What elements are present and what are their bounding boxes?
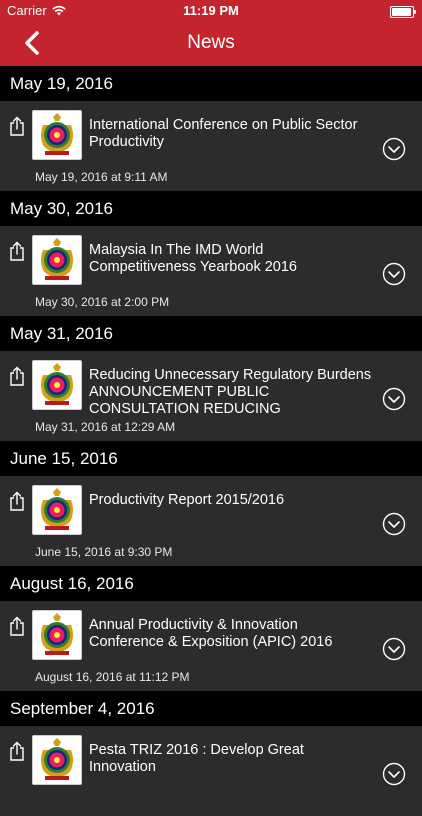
share-icon[interactable] [8, 366, 26, 386]
organization-logo [32, 735, 82, 785]
organization-logo [32, 360, 82, 410]
news-section: May 19, 2016 International Conference on… [0, 66, 422, 191]
date-header: August 16, 2016 [0, 566, 422, 601]
date-header: May 19, 2016 [0, 66, 422, 101]
expand-chevron-icon[interactable] [382, 512, 406, 536]
share-icon[interactable] [8, 241, 26, 261]
news-timestamp: May 31, 2016 at 12:29 AM [35, 420, 176, 434]
page-title: News [187, 32, 235, 53]
share-icon[interactable] [8, 491, 26, 511]
date-header: May 31, 2016 [0, 316, 422, 351]
share-icon[interactable] [8, 116, 26, 136]
news-card[interactable]: Productivity Report 2015/2016 June 15, 2… [0, 476, 422, 566]
news-timestamp: May 30, 2016 at 2:00 PM [35, 295, 170, 309]
organization-logo [32, 485, 82, 535]
news-card[interactable]: Reducing Unnecessary Regulatory Burdens … [0, 351, 422, 441]
news-headline[interactable]: Malaysia In The IMD World Competitivenes… [89, 242, 374, 276]
date-header: May 30, 2016 [0, 191, 422, 226]
expand-chevron-icon[interactable] [382, 637, 406, 661]
organization-logo [32, 610, 82, 660]
news-timestamp: August 16, 2016 at 11:12 PM [35, 670, 190, 684]
expand-chevron-icon[interactable] [382, 387, 406, 411]
share-icon[interactable] [8, 616, 26, 636]
expand-chevron-icon[interactable] [382, 262, 406, 286]
date-header: June 15, 2016 [0, 441, 422, 476]
news-section: June 15, 2016 Productivity Report 2015/2… [0, 441, 422, 566]
news-card[interactable]: International Conference on Public Secto… [0, 101, 422, 191]
date-header: September 4, 2016 [0, 691, 422, 726]
news-headline[interactable]: Pesta TRIZ 2016 : Develop Great Innovati… [89, 742, 374, 776]
news-card[interactable]: Annual Productivity & Innovation Confere… [0, 601, 422, 691]
news-section: August 16, 2016 Annual Productivity & In… [0, 566, 422, 691]
news-section: September 4, 2016 Pesta TRIZ 2016 : Deve… [0, 691, 422, 816]
news-timestamp: June 15, 2016 at 9:30 PM [35, 545, 173, 559]
clock: 11:19 PM [183, 3, 239, 18]
news-section: May 31, 2016 Reducing Unnecessary Regula… [0, 316, 422, 441]
expand-chevron-icon[interactable] [382, 137, 406, 161]
expand-chevron-icon[interactable] [382, 762, 406, 786]
news-headline[interactable]: Annual Productivity & Innovation Confere… [89, 617, 374, 651]
organization-logo [32, 235, 82, 285]
news-timestamp: May 19, 2016 at 9:11 AM [35, 170, 168, 184]
news-headline[interactable]: Productivity Report 2015/2016 [89, 492, 374, 509]
news-headline[interactable]: Reducing Unnecessary Regulatory Burdens … [89, 367, 374, 418]
share-icon[interactable] [8, 741, 26, 761]
organization-logo [32, 110, 82, 160]
navigation-bar: News [0, 22, 422, 66]
news-card[interactable]: Pesta TRIZ 2016 : Develop Great Innovati… [0, 726, 422, 816]
news-headline[interactable]: International Conference on Public Secto… [89, 117, 374, 151]
news-section: May 30, 2016 Malaysia In The IMD World C… [0, 191, 422, 316]
status-bar: Carrier 11:19 PM [0, 0, 422, 22]
news-list: May 19, 2016 International Conference on… [0, 66, 422, 816]
news-card[interactable]: Malaysia In The IMD World Competitivenes… [0, 226, 422, 316]
battery-icon [390, 6, 416, 18]
